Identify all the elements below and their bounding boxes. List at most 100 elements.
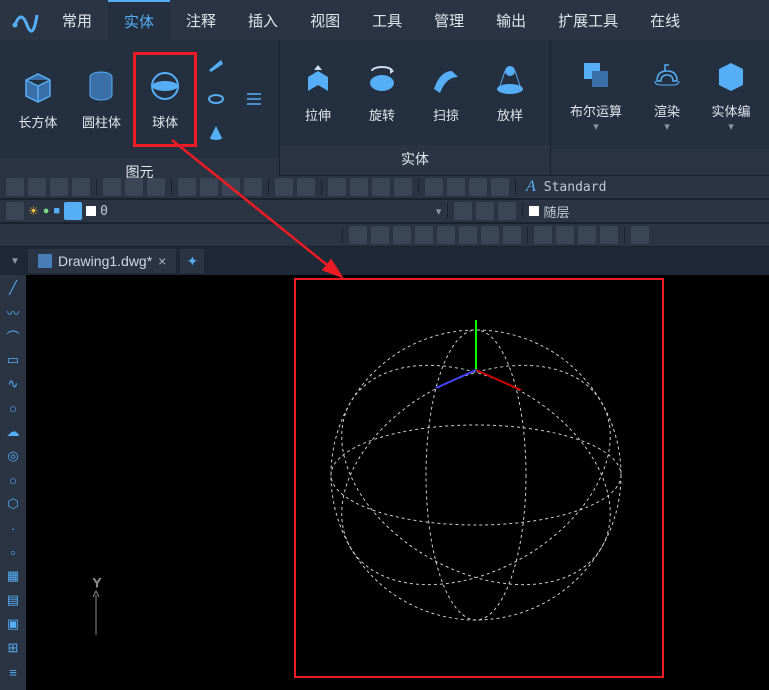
arc-tool[interactable]: ⌒ <box>2 325 24 347</box>
layer-color-icon: ■ <box>53 205 60 217</box>
view-iso1[interactable] <box>534 226 552 244</box>
view-back[interactable] <box>459 226 477 244</box>
sphere-button[interactable]: 球体 <box>133 52 197 147</box>
document-tab[interactable]: Drawing1.dwg* × <box>28 249 176 273</box>
point-tool[interactable]: · <box>2 517 24 539</box>
view-cam[interactable] <box>631 226 649 244</box>
view-right[interactable] <box>415 226 433 244</box>
polyline-tool[interactable]: 〰 <box>2 301 24 323</box>
layer-dropdown-icon[interactable]: ▾ <box>436 205 442 218</box>
props-button[interactable] <box>425 178 443 196</box>
view-top[interactable] <box>349 226 367 244</box>
menu-tools[interactable]: 工具 <box>356 0 418 40</box>
cylinder-button[interactable]: 圆柱体 <box>70 52 134 147</box>
menu-ext[interactable]: 扩展工具 <box>542 0 634 40</box>
zoom-button[interactable] <box>350 178 368 196</box>
solidedit-icon <box>713 57 749 93</box>
redo-button[interactable] <box>297 178 315 196</box>
layer-manager-button[interactable] <box>6 202 24 220</box>
view-se[interactable] <box>503 226 521 244</box>
cut-button[interactable] <box>178 178 196 196</box>
pan-button[interactable] <box>328 178 346 196</box>
block-tool[interactable]: ▫ <box>2 541 24 563</box>
textstyle-name[interactable]: Standard <box>544 180 607 195</box>
extrude-icon <box>300 61 336 97</box>
layers-button[interactable] <box>469 178 487 196</box>
view-bottom[interactable] <box>371 226 389 244</box>
save-button[interactable] <box>50 178 68 196</box>
layer-tool3[interactable] <box>498 202 516 220</box>
gradient-tool[interactable]: ▤ <box>2 589 24 611</box>
menu-common[interactable]: 常用 <box>46 0 108 40</box>
solidedit-button[interactable]: 实体编 ▾ <box>699 47 763 142</box>
hatch-tool[interactable]: ▦ <box>2 565 24 587</box>
circle-tool[interactable]: ○ <box>2 469 24 491</box>
preview-button[interactable] <box>125 178 143 196</box>
ellipse-tool[interactable]: ○ <box>2 397 24 419</box>
menu-manage[interactable]: 管理 <box>418 0 480 40</box>
layer-tool1[interactable] <box>454 202 472 220</box>
loft-label: 放样 <box>497 105 523 124</box>
tab-menu-icon[interactable]: ▼ <box>8 254 22 268</box>
box-label: 长方体 <box>18 112 57 131</box>
spline-tool[interactable]: ∿ <box>2 373 24 395</box>
menu-solid[interactable]: 实体 <box>108 0 170 40</box>
view-iso4[interactable] <box>600 226 618 244</box>
line-tool[interactable]: ╱ <box>2 277 24 299</box>
zoomext-button[interactable] <box>394 178 412 196</box>
render-label: 渲染 <box>654 101 680 120</box>
ring-tool[interactable]: ◎ <box>2 445 24 467</box>
zoomwin-button[interactable] <box>372 178 390 196</box>
boolean-icon <box>578 57 614 93</box>
grid-button[interactable] <box>447 178 465 196</box>
layer-swatch <box>86 206 96 216</box>
new-tab-button[interactable]: ✦ <box>180 249 204 273</box>
extrude-button[interactable]: 拉伸 <box>286 45 350 140</box>
match-button[interactable] <box>244 178 262 196</box>
sweep-label: 扫掠 <box>433 105 459 124</box>
menu-insert[interactable]: 插入 <box>232 0 294 40</box>
loft-button[interactable]: 放样 <box>478 45 542 140</box>
new-button[interactable] <box>6 178 24 196</box>
rect-tool[interactable]: ▭ <box>2 349 24 371</box>
box-button[interactable]: 长方体 <box>6 52 70 147</box>
print-button[interactable] <box>103 178 121 196</box>
view-left[interactable] <box>393 226 411 244</box>
menu-output[interactable]: 输出 <box>480 0 542 40</box>
drawing-canvas[interactable]: Y <box>26 275 769 690</box>
polygon-tool[interactable]: ⬡ <box>2 493 24 515</box>
open-button[interactable] <box>28 178 46 196</box>
paste-button[interactable] <box>222 178 240 196</box>
close-icon[interactable]: × <box>158 253 166 269</box>
menu-online[interactable]: 在线 <box>634 0 696 40</box>
layer-name[interactable]: 0 <box>100 204 108 219</box>
cone-button[interactable] <box>201 118 231 148</box>
render-button[interactable]: 渲染 ▾ <box>635 47 699 142</box>
saveas-button[interactable] <box>72 178 90 196</box>
view-sw[interactable] <box>481 226 499 244</box>
view-iso3[interactable] <box>578 226 596 244</box>
menu-annotate[interactable]: 注释 <box>170 0 232 40</box>
cloud-tool[interactable]: ☁ <box>2 421 24 443</box>
torus-button[interactable] <box>201 84 231 114</box>
palette-button[interactable] <box>491 178 509 196</box>
sweep-button[interactable]: 扫掠 <box>414 45 478 140</box>
text-tool[interactable]: ≡ <box>2 661 24 683</box>
boolean-button[interactable]: 布尔运算 ▾ <box>557 47 635 142</box>
layer-freeze-button[interactable] <box>64 202 82 220</box>
view-iso2[interactable] <box>556 226 574 244</box>
dropdown-icon: ▾ <box>664 120 670 133</box>
bylayer-label[interactable]: 随层 <box>543 202 569 221</box>
copy-button[interactable] <box>200 178 218 196</box>
view-front[interactable] <box>437 226 455 244</box>
wedge-button[interactable] <box>201 50 231 80</box>
plot-button[interactable] <box>147 178 165 196</box>
render-icon <box>649 57 685 93</box>
revolve-button[interactable]: 旋转 <box>350 45 414 140</box>
region-tool[interactable]: ▣ <box>2 613 24 635</box>
pyramid-button[interactable] <box>239 84 269 114</box>
table-tool[interactable]: ⊞ <box>2 637 24 659</box>
undo-button[interactable] <box>275 178 293 196</box>
layer-tool2[interactable] <box>476 202 494 220</box>
menu-view[interactable]: 视图 <box>294 0 356 40</box>
